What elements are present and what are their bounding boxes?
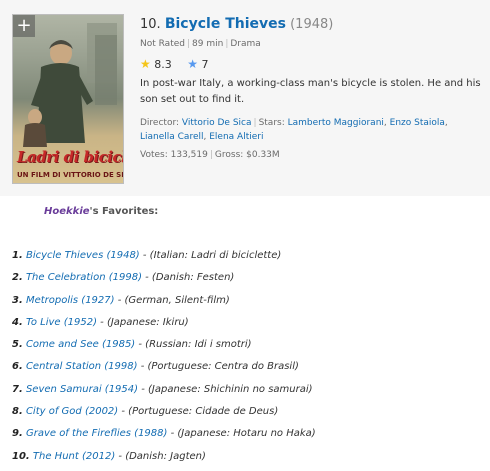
item-number: 2. [12, 272, 23, 284]
stars-label: Stars: [258, 118, 285, 128]
favorite-movie-link[interactable]: To Live (1952) [26, 317, 97, 328]
genre: Drama [230, 39, 261, 49]
list-item: 3. Metropolis (1927) - (German, Silent-f… [12, 293, 482, 315]
list-item: 6. Central Station (1998) - (Portuguese:… [12, 359, 482, 381]
credits: Director: Vittorio De Sica | Stars: Lamber… [140, 118, 448, 142]
item-note: - (Portuguese: Centra do Brasil) [137, 361, 299, 373]
item-number: 5. [12, 339, 23, 351]
list-item: 2. The Celebration (1998) - (Danish: Fes… [12, 270, 482, 292]
list-item: 10. The Hunt (2012) - (Danish: Jagten) [12, 449, 482, 471]
item-note: - (Japanese: Shichinin no samurai) [138, 383, 313, 395]
item-note: - (Russian: Idi i smotri) [135, 339, 252, 351]
add-to-watchlist-plus-icon[interactable]: + [13, 15, 35, 37]
item-note: - (Danish: Festen) [141, 272, 235, 284]
star-link[interactable]: Elena Altieri [209, 132, 263, 142]
item-note: - (Portuguese: Cidade de Deus) [118, 406, 279, 418]
star-gold-icon: ★ [140, 57, 151, 71]
director-label: Director: [140, 118, 180, 128]
item-note: - (German, Silent-film) [114, 294, 230, 306]
list-item: 1. Bicycle Thieves (1948) - (Italian: La… [12, 248, 482, 270]
favorite-movie-link[interactable]: The Hunt (2012) [33, 451, 115, 462]
movie-card: + Ladri di biciclette UN FILM DI VITTORI… [0, 0, 490, 196]
favorites-username: Hoekkie [44, 206, 90, 217]
star-blue-icon[interactable]: ★ [187, 57, 198, 71]
movie-title-link[interactable]: Bicycle Thieves [165, 16, 286, 32]
item-number: 1. [12, 250, 23, 261]
movie-meta: Not Rated | 89 min | Drama [140, 39, 485, 49]
favorites-heading: Hoekkie's Favorites: [44, 206, 158, 217]
item-number: 6. [12, 361, 23, 373]
movie-info: 10. Bicycle Thieves (1948) Not Rated | 89 … [140, 16, 485, 160]
item-number: 10. [12, 450, 30, 462]
poster-credit-text: UN FILM DI VITTORIO DE SICA [17, 171, 124, 179]
meta-divider: | [186, 39, 191, 49]
favorite-movie-link[interactable]: Central Station (1998) [26, 361, 138, 372]
votes-divider: | [209, 150, 213, 160]
ratings-row: ★ 8.3 ★ 7 [140, 57, 485, 71]
favorite-movie-link[interactable]: Come and See (1985) [26, 339, 135, 350]
movie-rank: 10. [140, 17, 161, 32]
director-link[interactable]: Vittorio De Sica [182, 118, 252, 128]
item-number: 8. [12, 406, 23, 418]
credits-divider: | [253, 118, 257, 128]
movie-poster[interactable]: + Ladri di biciclette UN FILM DI VITTORI… [12, 14, 124, 184]
favorites-list: 1. Bicycle Thieves (1948) - (Italian: La… [12, 248, 482, 471]
star-link[interactable]: Lamberto Maggiorani [288, 118, 384, 128]
gross: Gross: $0.33M [214, 150, 280, 160]
movie-description: In post-war Italy, a working-class man's… [140, 78, 481, 105]
favorite-movie-link[interactable]: Seven Samurai (1954) [26, 384, 138, 395]
user-rating: 7 [201, 58, 209, 71]
favorite-movie-link[interactable]: Grave of the Fireflies (1988) [26, 428, 167, 439]
favorite-movie-link[interactable]: The Celebration (1998) [26, 272, 142, 283]
item-number: 7. [12, 383, 23, 395]
list-item: 8. City of God (2002) - (Portuguese: Cid… [12, 404, 482, 426]
item-number: 3. [12, 294, 23, 306]
votes: Votes: 133,519 [140, 150, 208, 160]
favorite-movie-link[interactable]: Metropolis (1927) [26, 295, 115, 306]
star-link[interactable]: Enzo Staiola [390, 118, 445, 128]
favorite-movie-link[interactable]: Bicycle Thieves (1948) [26, 250, 140, 261]
item-note: - (Italian: Ladri di biciclette) [139, 250, 282, 261]
runtime: 89 min [192, 39, 224, 49]
item-number: 4. [12, 316, 23, 328]
favorites-suffix: 's Favorites: [89, 206, 159, 217]
imdb-rating: 8.3 [154, 58, 172, 71]
item-note: - (Japanese: Ikiru) [96, 316, 189, 328]
item-note: - (Japanese: Hotaru no Haka) [167, 428, 316, 440]
list-item: 9. Grave of the Fireflies (1988) - (Japa… [12, 426, 482, 448]
item-number: 9. [12, 428, 23, 440]
list-item: 7. Seven Samurai (1954) - (Japanese: Shi… [12, 382, 482, 404]
movie-year: (1948) [290, 17, 334, 32]
certificate: Not Rated [140, 39, 185, 49]
title-line: 10. Bicycle Thieves (1948) [140, 16, 485, 33]
list-item: 5. Come and See (1985) - (Russian: Idi i… [12, 337, 482, 359]
item-note: - (Danish: Jagten) [115, 450, 206, 462]
votes-gross: Votes: 133,519 | Gross: $0.33M [140, 150, 485, 160]
star-link[interactable]: Lianella Carell [140, 132, 204, 142]
list-item: 4. To Live (1952) - (Japanese: Ikiru) [12, 315, 482, 337]
favorite-movie-link[interactable]: City of God (2002) [26, 406, 118, 417]
poster-title-text: Ladri di biciclette [17, 148, 123, 166]
